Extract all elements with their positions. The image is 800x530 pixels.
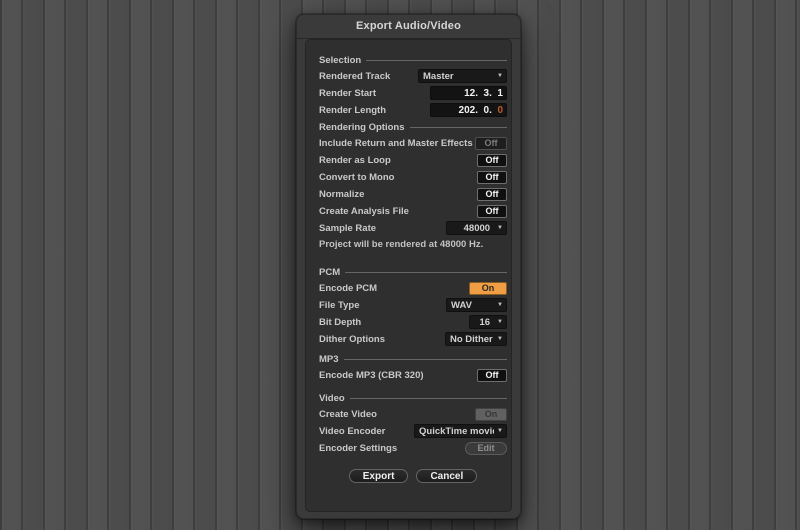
ableton-arrangement-background: { "title": "Export Audio/Video", "colors… <box>0 0 800 530</box>
export-audio-video-dialog: Export Audio/Video Selection Rendered Tr… <box>296 14 521 519</box>
section-divider <box>349 398 507 399</box>
render-length-label: Render Length <box>319 104 387 116</box>
file-type-select[interactable]: WAV ▼ <box>446 298 507 312</box>
include-return-label: Include Return and Master Effects <box>319 137 473 149</box>
row-encode-mp3: Encode MP3 (CBR 320) Off <box>319 368 507 382</box>
file-type-value: WAV <box>451 299 472 311</box>
row-rendered-track: Rendered Track Master ▼ <box>319 69 507 83</box>
render-as-loop-toggle[interactable]: Off <box>477 153 507 167</box>
bit-depth-value: 16 <box>479 316 491 328</box>
section-title: PCM <box>319 266 341 278</box>
normalize-label: Normalize <box>319 188 365 200</box>
cancel-button[interactable]: Cancel <box>416 469 478 483</box>
section-divider <box>409 127 507 128</box>
row-file-type: File Type WAV ▼ <box>319 298 507 312</box>
chevron-down-icon: ▼ <box>497 336 503 342</box>
encode-pcm-toggle[interactable]: On <box>469 281 507 295</box>
render-start-label: Render Start <box>319 87 377 99</box>
dither-options-label: Dither Options <box>319 333 385 345</box>
row-render-as-loop: Render as Loop Off <box>319 153 507 167</box>
row-dither-options: Dither Options No Dither ▼ <box>319 332 507 346</box>
encoder-settings-edit-button: Edit <box>465 441 507 455</box>
video-encoder-value: QuickTime movie <box>419 425 495 437</box>
normalize-toggle[interactable]: Off <box>477 187 507 201</box>
dither-options-select[interactable]: No Dither ▼ <box>445 332 507 346</box>
chevron-down-icon: ▼ <box>497 225 503 231</box>
convert-to-mono-toggle[interactable]: Off <box>477 170 507 184</box>
encode-mp3-label: Encode MP3 (CBR 320) <box>319 369 424 381</box>
file-type-label: File Type <box>319 299 360 311</box>
chevron-down-icon: ▼ <box>497 428 503 434</box>
render-length-value: 202. 0. <box>458 104 498 116</box>
chevron-down-icon: ▼ <box>497 73 503 79</box>
section-title: Video <box>319 392 345 404</box>
section-header-video: Video <box>319 391 507 405</box>
render-start-field[interactable]: 12. 3. 1 <box>430 86 507 100</box>
export-button[interactable]: Export <box>348 469 409 483</box>
section-divider <box>345 272 507 273</box>
create-video-label: Create Video <box>319 408 377 420</box>
row-include-return: Include Return and Master Effects Off <box>319 136 507 150</box>
row-create-analysis: Create Analysis File Off <box>319 204 507 218</box>
section-divider <box>343 359 507 360</box>
row-bit-depth: Bit Depth 16 ▼ <box>319 315 507 329</box>
rendered-track-label: Rendered Track <box>319 70 391 82</box>
sample-rate-select[interactable]: 48000 ▼ <box>446 221 507 235</box>
row-encode-pcm: Encode PCM On <box>319 281 507 295</box>
dialog-body: Selection Rendered Track Master ▼ Render… <box>305 39 512 512</box>
video-encoder-select[interactable]: QuickTime movie ▼ <box>414 424 507 438</box>
encode-pcm-label: Encode PCM <box>319 282 378 294</box>
row-render-length: Render Length 202. 0. 0 <box>319 103 507 117</box>
chevron-down-icon: ▼ <box>497 302 503 308</box>
create-analysis-label: Create Analysis File <box>319 205 409 217</box>
rendered-track-value: Master <box>423 70 454 82</box>
row-encoder-settings: Encoder Settings Edit <box>319 441 507 455</box>
section-divider <box>366 60 507 61</box>
row-create-video: Create Video On <box>319 407 507 421</box>
section-header-selection: Selection <box>319 53 507 67</box>
dialog-footer: Export Cancel <box>319 469 507 483</box>
row-convert-to-mono: Convert to Mono Off <box>319 170 507 184</box>
sample-rate-note: Project will be rendered at 48000 Hz. <box>319 239 484 250</box>
render-start-value: 12. 3. 1 <box>464 87 503 99</box>
render-length-field[interactable]: 202. 0. 0 <box>430 103 507 117</box>
encode-mp3-toggle[interactable]: Off <box>477 368 507 382</box>
sample-rate-label: Sample Rate <box>319 222 377 234</box>
row-sample-rate: Sample Rate 48000 ▼ <box>319 221 507 235</box>
bit-depth-select[interactable]: 16 ▼ <box>469 315 507 329</box>
section-title: Rendering Options <box>319 121 405 133</box>
section-title: Selection <box>319 54 362 66</box>
render-length-value-highlight: 0 <box>497 104 503 116</box>
rendered-track-select[interactable]: Master ▼ <box>418 69 507 83</box>
encoder-settings-label: Encoder Settings <box>319 442 398 454</box>
bit-depth-label: Bit Depth <box>319 316 362 328</box>
dither-options-value: No Dither <box>450 333 493 345</box>
row-render-start: Render Start 12. 3. 1 <box>319 86 507 100</box>
video-encoder-label: Video Encoder <box>319 425 386 437</box>
row-normalize: Normalize Off <box>319 187 507 201</box>
dialog-title: Export Audio/Video <box>297 15 520 39</box>
sample-rate-value: 48000 <box>463 222 491 234</box>
include-return-toggle: Off <box>475 136 507 150</box>
section-title: MP3 <box>319 353 339 365</box>
create-analysis-toggle[interactable]: Off <box>477 204 507 218</box>
section-header-rendering-options: Rendering Options <box>319 120 507 134</box>
render-as-loop-label: Render as Loop <box>319 154 391 166</box>
row-video-encoder: Video Encoder QuickTime movie ▼ <box>319 424 507 438</box>
section-header-mp3: MP3 <box>319 352 507 366</box>
section-header-pcm: PCM <box>319 265 507 279</box>
chevron-down-icon: ▼ <box>497 319 503 325</box>
create-video-toggle: On <box>475 407 507 421</box>
convert-to-mono-label: Convert to Mono <box>319 171 395 183</box>
